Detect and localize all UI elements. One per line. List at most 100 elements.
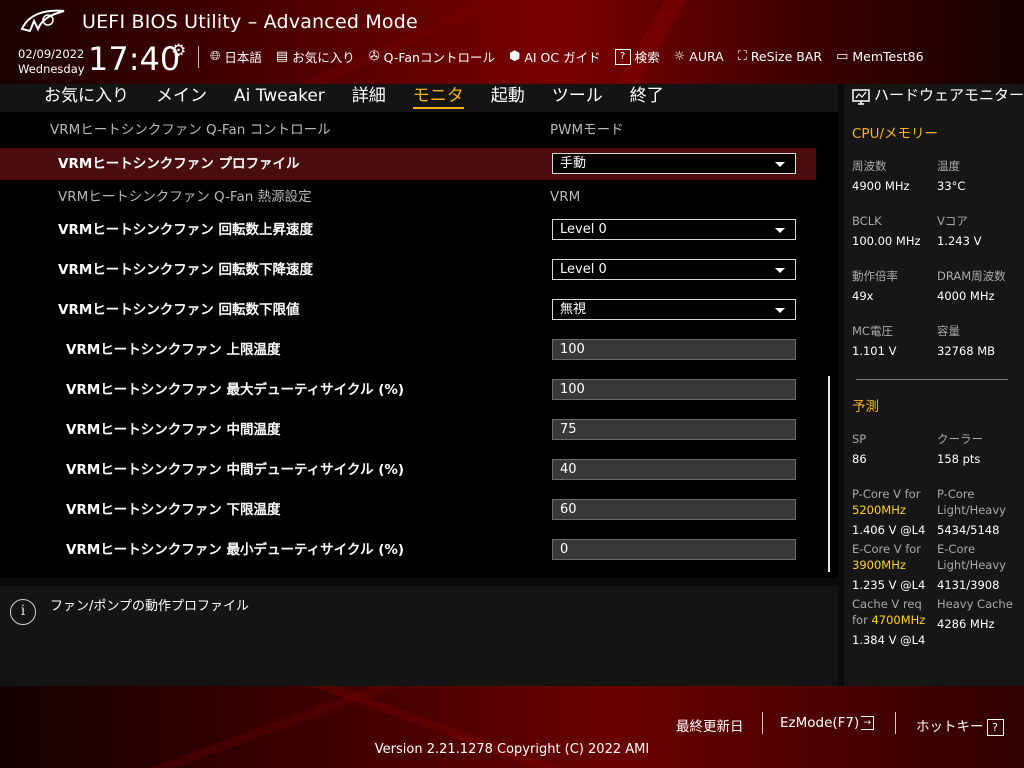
help-icon: ?: [986, 718, 1004, 736]
tab-main[interactable]: メイン: [156, 84, 220, 112]
tab-exit[interactable]: 終了: [630, 84, 677, 112]
header-toolbar: 🌐︎ 日本語 ▤ お気に入り ✇ Q-Fanコントロール ⬢ AI OC ガイド…: [210, 47, 924, 66]
dropdown-value: Level 0: [560, 262, 607, 277]
setting-row-step-down[interactable]: VRMヒートシンクファン 回転数下降速度 Level 0: [0, 254, 816, 286]
setting-label: VRMヒートシンクファン Q-Fan コントロール: [50, 122, 331, 138]
hardware-monitor-title: ハードウェアモニター: [874, 86, 1024, 104]
setting-row-heat-source: VRMヒートシンクファン Q-Fan 熱源設定 VRM: [0, 181, 816, 213]
ratio-value: 49x: [852, 289, 874, 303]
setting-label: VRMヒートシンクファン 最大デューティサイクル (%): [66, 382, 405, 398]
sp-label: SP: [852, 432, 867, 446]
memtest-label: MemTest86: [852, 49, 924, 64]
settings-scrollbar[interactable]: [828, 376, 830, 572]
pcore-lh-label-2: Light/Heavy: [937, 503, 1006, 517]
footer-divider: [762, 712, 763, 734]
step-up-dropdown[interactable]: Level 0: [552, 219, 796, 240]
dropdown-value: 無視: [560, 302, 587, 317]
ecore-v-label: E-Core V for: [852, 542, 922, 556]
tab-boot[interactable]: 起動: [491, 84, 538, 112]
middle-temp-field[interactable]: 75: [552, 419, 796, 440]
profile-dropdown[interactable]: 手動: [552, 153, 796, 174]
date-text: 02/09/2022: [18, 47, 85, 61]
tab-ai-tweaker[interactable]: Ai Tweaker: [234, 84, 338, 112]
favorites-button[interactable]: ▤ お気に入り: [276, 47, 355, 66]
last-modified-button[interactable]: 最終更新日: [676, 715, 744, 735]
capacity-value: 32768 MB: [937, 344, 996, 358]
weekday-text: Wednesday: [18, 62, 85, 76]
step-down-dropdown[interactable]: Level 0: [552, 259, 796, 280]
middle-duty-field[interactable]: 40: [552, 459, 796, 480]
setting-row-speed-low-limit[interactable]: VRMヒートシンクファン 回転数下限値 無視: [0, 294, 816, 326]
ezmode-button[interactable]: EzMode(F7) →: [780, 715, 875, 731]
aura-icon: ☼: [673, 49, 686, 64]
setting-label: VRMヒートシンクファン プロファイル: [58, 156, 300, 172]
globe-icon: 🌐︎: [210, 49, 221, 64]
upper-temp-field[interactable]: 100: [552, 339, 796, 360]
vcore-value: 1.243 V: [937, 234, 982, 248]
tab-monitor[interactable]: モニタ: [412, 84, 477, 112]
setting-row-lower-temp[interactable]: VRMヒートシンクファン 下限温度 60: [0, 494, 816, 526]
ai-oc-guide-button[interactable]: ⬢ AI OC ガイド: [509, 47, 601, 66]
memtest-button[interactable]: ▭ MemTest86: [836, 47, 923, 66]
ecore-lh-label-2: Light/Heavy: [937, 558, 1006, 572]
aura-button[interactable]: ☼ AURA: [674, 47, 724, 66]
search-button[interactable]: ? 検索: [614, 47, 660, 66]
freq-value: 4900 MHz: [852, 179, 910, 193]
gear-icon[interactable]: ⚙: [171, 41, 186, 61]
tab-advanced[interactable]: 詳細: [352, 84, 399, 112]
resize-bar-button[interactable]: ⛶ ReSize BAR: [738, 47, 822, 66]
chevron-down-icon: [775, 308, 785, 313]
hotkeys-button[interactable]: ホットキー?: [916, 715, 1004, 736]
setting-row-step-up[interactable]: VRMヒートシンクファン 回転数上昇速度 Level 0: [0, 214, 816, 246]
ecore-v-freq: 3900MHz: [852, 558, 906, 572]
ecore-lh-label: E-Core: [937, 542, 976, 556]
hotkeys-label: ホットキー: [916, 719, 984, 735]
tab-tool[interactable]: ツール: [552, 84, 616, 112]
setting-label: VRMヒートシンクファン 最小デューティサイクル (%): [66, 542, 405, 558]
speed-low-limit-dropdown[interactable]: 無視: [552, 299, 796, 320]
memtest-icon: ▭: [836, 49, 849, 64]
capacity-label: 容量: [937, 324, 960, 338]
setting-row-min-duty[interactable]: VRMヒートシンクファン 最小デューティサイクル (%) 0: [0, 534, 816, 566]
chevron-down-icon: [775, 228, 785, 233]
setting-row-middle-duty[interactable]: VRMヒートシンクファン 中間デューティサイクル (%) 40: [0, 454, 816, 486]
cache-v-label: Cache V req: [852, 597, 922, 611]
cache-v-label-2: for 4700MHz: [852, 612, 925, 628]
max-duty-field[interactable]: 100: [552, 379, 796, 400]
prediction-section-title: 予測: [852, 399, 879, 415]
setting-row-upper-temp[interactable]: VRMヒートシンクファン 上限温度 100: [0, 334, 816, 366]
dropdown-value: 手動: [560, 156, 587, 171]
lower-temp-field[interactable]: 60: [552, 499, 796, 520]
favorites-label: お気に入り: [292, 50, 355, 65]
setting-value-text: PWMモード: [550, 122, 624, 138]
tab-favorites[interactable]: お気に入り: [44, 84, 142, 112]
language-button[interactable]: 🌐︎ 日本語: [210, 47, 262, 66]
setting-label: VRMヒートシンクファン 上限温度: [66, 342, 281, 358]
setting-row-profile[interactable]: VRMヒートシンクファン プロファイル 手動: [0, 148, 816, 180]
setting-label: VRMヒートシンクファン 下限温度: [66, 502, 281, 518]
setting-row-qfan-control: VRMヒートシンクファン Q-Fan コントロール PWMモード: [0, 114, 816, 146]
mc-voltage-value: 1.101 V: [852, 344, 897, 358]
sp-value: 86: [852, 452, 867, 466]
setting-row-max-duty[interactable]: VRMヒートシンクファン 最大デューティサイクル (%) 100: [0, 374, 816, 406]
dram-label: DRAM周波数: [937, 269, 1006, 283]
main-menu-bar: お気に入り メイン Ai Tweaker 詳細 モニタ 起動 ツール 終了: [0, 84, 838, 112]
mc-voltage-label: MC電圧: [852, 324, 893, 338]
setting-row-middle-temp[interactable]: VRMヒートシンクファン 中間温度 75: [0, 414, 816, 446]
clock-time: 17:40: [88, 40, 181, 78]
min-duty-field[interactable]: 0: [552, 539, 796, 560]
temp-label: 温度: [937, 159, 960, 173]
header-divider: [198, 46, 199, 68]
cache-v-freq: 4700MHz: [871, 613, 926, 627]
favorites-icon: ▤: [275, 49, 289, 64]
search-label: 検索: [634, 50, 660, 65]
setting-label: VRMヒートシンクファン 中間温度: [66, 422, 281, 438]
dram-value: 4000 MHz: [937, 289, 995, 303]
qfan-control-button[interactable]: ✇ Q-Fanコントロール: [369, 47, 495, 66]
setting-label: VRMヒートシンクファン Q-Fan 熱源設定: [58, 189, 312, 205]
resize-bar-icon: ⛶: [737, 49, 747, 64]
setting-label: VRMヒートシンクファン 中間デューティサイクル (%): [66, 462, 405, 478]
monitor-icon: [852, 89, 870, 105]
temp-value: 33°C: [937, 179, 966, 193]
bclk-value: 100.00 MHz: [852, 234, 921, 248]
